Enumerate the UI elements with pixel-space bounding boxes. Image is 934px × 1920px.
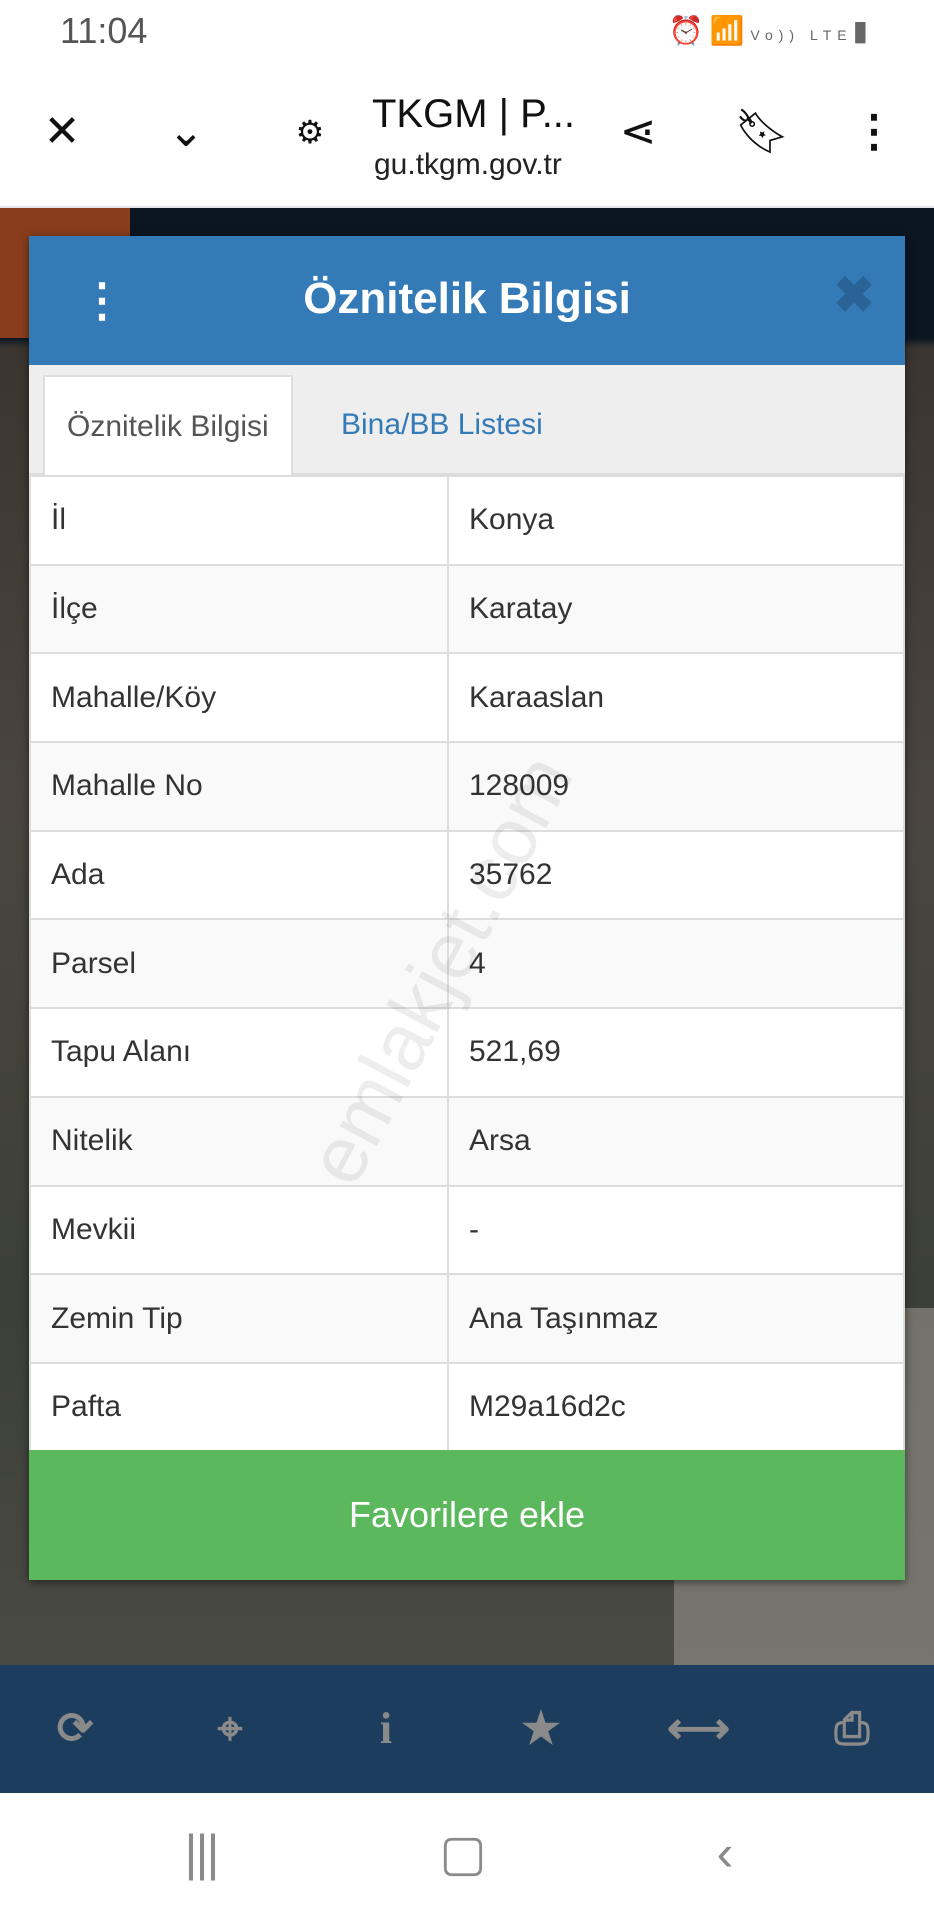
attribute-key: İl	[29, 475, 449, 566]
tab-building-list[interactable]: Bina/BB Listesi	[319, 375, 565, 475]
attribute-value: 4	[447, 918, 905, 1010]
battery-icon: ▮	[852, 15, 874, 46]
table-row: Mahalle No 128009	[29, 741, 905, 832]
table-row: İl Konya	[29, 475, 905, 566]
browser-toolbar: ✕ ⌄ ⚙ TKGM | P... gu.tkgm.gov.tr ⋖ 🔖︎ ⋮	[0, 62, 934, 208]
tab-bar: Öznitelik Bilgisi Bina/BB Listesi	[29, 365, 905, 475]
attribute-key: Pafta	[29, 1361, 449, 1453]
table-row: Nitelik Arsa	[29, 1095, 905, 1187]
dialog-title: Öznitelik Bilgisi	[303, 274, 631, 323]
tab-attribute-info[interactable]: Öznitelik Bilgisi	[43, 375, 293, 475]
attribute-key: Mahalle/Köy	[29, 652, 449, 744]
wifi-icon: 📶	[709, 15, 751, 46]
recent-apps-icon[interactable]: |||	[161, 1823, 241, 1883]
table-row: Tapu Alanı 521,69	[29, 1007, 905, 1098]
status-bar: 11:04 ⏰📶Vo)) LTE▮	[0, 0, 934, 62]
attribute-value: Konya	[447, 475, 905, 566]
attribute-key: Mevkii	[29, 1184, 449, 1276]
attribute-key: İlçe	[29, 563, 449, 655]
dialog-header: ⋮ Öznitelik Bilgisi ✖	[29, 236, 905, 365]
add-to-favorites-button[interactable]: Favorilere ekle	[29, 1450, 905, 1580]
alarm-icon: ⏰	[668, 15, 710, 46]
attribute-value: -	[447, 1184, 905, 1276]
back-icon[interactable]: ‹	[685, 1823, 765, 1883]
site-settings-icon[interactable]: ⚙	[280, 102, 340, 162]
table-row: İlçe Karatay	[29, 563, 905, 655]
page-url[interactable]: gu.tkgm.gov.tr	[374, 148, 562, 182]
attribute-value: Arsa	[447, 1095, 905, 1187]
table-row: Mevkii -	[29, 1184, 905, 1276]
attribute-value: M29a16d2c	[447, 1361, 905, 1453]
attribute-value: Ana Taşınmaz	[447, 1273, 905, 1364]
status-icons: ⏰📶Vo)) LTE▮	[669, 14, 874, 47]
star-icon[interactable]: ★	[511, 1701, 571, 1757]
close-icon[interactable]: ✖	[833, 266, 875, 324]
volte-icon: Vo)) LTE	[750, 27, 853, 43]
attribute-value: 521,69	[447, 1007, 905, 1098]
close-tab-icon[interactable]: ✕	[32, 102, 92, 162]
home-icon[interactable]: ▢	[423, 1823, 503, 1883]
attribute-value: Karatay	[447, 563, 905, 655]
table-row: Zemin Tip Ana Taşınmaz	[29, 1273, 905, 1364]
table-row: Mahalle/Köy Karaaslan	[29, 652, 905, 744]
attribute-info-dialog: ⋮ Öznitelik Bilgisi ✖ Öznitelik Bilgisi …	[29, 236, 905, 1580]
refresh-icon[interactable]: ⟳	[45, 1701, 105, 1757]
attribute-key: Mahalle No	[29, 741, 449, 832]
share-icon[interactable]: ⋖	[608, 102, 668, 162]
more-menu-icon[interactable]: ⋮	[844, 102, 904, 162]
status-time: 11:04	[60, 10, 148, 51]
attribute-key: Zemin Tip	[29, 1273, 449, 1364]
system-nav-bar: ||| ▢ ‹	[0, 1793, 934, 1920]
page-title[interactable]: TKGM | P...	[372, 92, 575, 137]
measure-icon[interactable]: ⟷	[667, 1701, 730, 1757]
print-icon[interactable]: ⎙	[822, 1701, 882, 1757]
bookmark-icon[interactable]: 🔖︎	[732, 102, 792, 162]
attribute-key: Ada	[29, 829, 449, 921]
chevron-down-icon[interactable]: ⌄	[156, 102, 216, 162]
map-toolbar: ⟳ ⌖ i ★ ⟷ ⎙	[0, 1665, 934, 1793]
table-row: Pafta M29a16d2c	[29, 1361, 905, 1453]
attribute-value: Karaaslan	[447, 652, 905, 744]
info-icon[interactable]: i	[356, 1701, 416, 1757]
crosshair-icon[interactable]: ⌖	[200, 1701, 260, 1757]
